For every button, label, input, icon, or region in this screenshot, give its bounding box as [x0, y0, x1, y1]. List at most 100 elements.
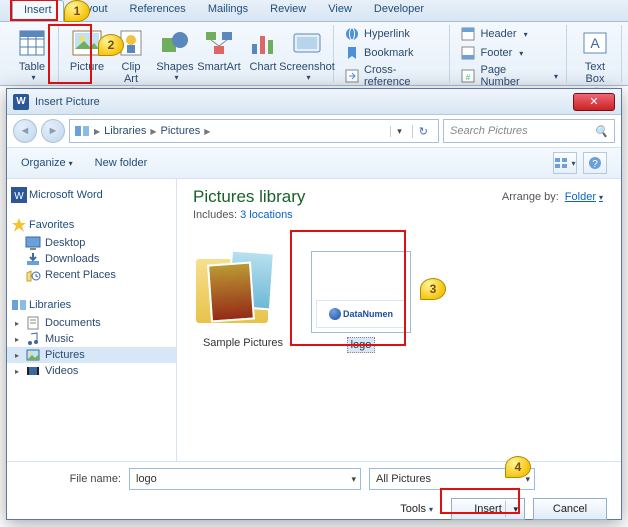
expand-icon[interactable]: ▸	[15, 351, 19, 360]
sidebar: WMicrosoft Word Favorites Desktop Downlo…	[7, 179, 177, 461]
sidebar-pictures[interactable]: ▸ Pictures	[7, 347, 176, 363]
sidebar-recent[interactable]: Recent Places	[7, 267, 176, 283]
documents-icon	[25, 315, 41, 331]
tab-mailings[interactable]: Mailings	[197, 0, 259, 21]
file-label: Sample Pictures	[193, 337, 293, 349]
refresh-icon[interactable]: ↻	[412, 125, 434, 138]
table-button[interactable]: Table	[10, 25, 54, 84]
clipart-label: Clip Art	[122, 61, 141, 85]
sidebar-downloads[interactable]: Downloads	[7, 251, 176, 267]
pagenum-icon: #	[460, 68, 476, 84]
filename-input[interactable]: logo ▾	[129, 468, 361, 490]
file-logo[interactable]: DataNumen logo	[311, 251, 411, 353]
toolbar: Organize New folder ?	[7, 147, 621, 179]
tab-developer[interactable]: Developer	[363, 0, 435, 21]
chart-label: Chart	[250, 61, 277, 73]
tab-layout[interactable]: Layout	[64, 0, 119, 21]
sidebar-videos-label: Videos	[45, 365, 78, 377]
filter-select[interactable]: All Pictures▾	[369, 468, 535, 490]
insert-button[interactable]: Insert▾	[451, 498, 525, 520]
search-icon: 🔍	[594, 125, 608, 138]
locations-link[interactable]: 3 locations	[240, 209, 293, 221]
expand-icon[interactable]: ▸	[15, 335, 19, 344]
textbox-icon: A	[579, 27, 611, 59]
image-thumbnail: DataNumen	[311, 251, 411, 333]
cancel-button[interactable]: Cancel	[533, 498, 607, 520]
view-button[interactable]	[553, 152, 577, 174]
shapes-button[interactable]: Shapes	[153, 25, 197, 84]
music-icon	[25, 331, 41, 347]
pagenum-button[interactable]: # Page Number	[456, 63, 562, 89]
footer-button[interactable]: Footer	[456, 44, 562, 62]
sidebar-music[interactable]: ▸ Music	[7, 331, 176, 347]
sidebar-favorites[interactable]: Favorites	[7, 215, 176, 235]
ribbon-tabs: Insert Layout References Mailings Review…	[0, 0, 628, 22]
crossref-label: Cross-reference	[364, 64, 441, 88]
crossref-button[interactable]: Cross-reference	[340, 63, 445, 89]
sidebar-documents[interactable]: ▸ Documents	[7, 315, 176, 331]
file-sample-pictures[interactable]: Sample Pictures	[193, 251, 293, 353]
chevron-down-icon[interactable]: ▾	[390, 126, 408, 137]
sidebar-music-label: Music	[45, 333, 74, 345]
help-button[interactable]: ?	[583, 152, 607, 174]
filename-value: logo	[136, 473, 157, 485]
bookmark-label: Bookmark	[364, 47, 414, 59]
folder-icon	[193, 251, 283, 333]
organize-button[interactable]: Organize	[21, 157, 73, 169]
recent-icon	[25, 267, 41, 283]
logo-brand-text: DataNumen	[343, 309, 393, 319]
sidebar-favorites-label: Favorites	[29, 219, 74, 231]
tools-button[interactable]: Tools	[400, 503, 433, 515]
header-button[interactable]: Header	[456, 25, 562, 43]
tab-review[interactable]: Review	[259, 0, 317, 21]
tab-insert[interactable]: Insert	[12, 0, 64, 21]
textbox-button[interactable]: A Text Box	[573, 25, 617, 96]
screenshot-button[interactable]: Screenshot	[285, 25, 329, 84]
tab-references[interactable]: References	[119, 0, 197, 21]
sidebar-pictures-label: Pictures	[45, 349, 85, 361]
star-icon	[11, 217, 27, 233]
sidebar-documents-label: Documents	[45, 317, 101, 329]
search-input[interactable]: Search Pictures🔍	[443, 119, 615, 143]
table-label: Table	[19, 61, 45, 73]
titlebar: W Insert Picture ✕	[7, 89, 621, 115]
newfolder-button[interactable]: New folder	[95, 157, 148, 169]
hyperlink-button[interactable]: Hyperlink	[340, 25, 445, 43]
crossref-icon	[344, 68, 360, 84]
bookmark-button[interactable]: Bookmark	[340, 44, 445, 62]
sidebar-videos[interactable]: ▸ Videos	[7, 363, 176, 379]
sidebar-libraries-label: Libraries	[29, 299, 71, 311]
table-icon	[16, 27, 48, 59]
library-subtitle: Includes: 3 locations	[193, 209, 605, 221]
forward-button[interactable]: ►	[41, 119, 65, 143]
expand-icon[interactable]: ▸	[15, 367, 19, 376]
svg-text:A: A	[590, 35, 600, 51]
chevron-down-icon: ▾	[351, 474, 356, 485]
screenshot-label: Screenshot	[279, 61, 335, 73]
bookmark-icon	[344, 45, 360, 61]
sidebar-desktop[interactable]: Desktop	[7, 235, 176, 251]
sidebar-downloads-label: Downloads	[45, 253, 99, 265]
sidebar-libraries[interactable]: Libraries	[7, 295, 176, 315]
shapes-label: Shapes	[156, 61, 193, 73]
sidebar-msword[interactable]: WMicrosoft Word	[7, 185, 176, 205]
word-icon: W	[11, 187, 27, 203]
videos-icon	[25, 363, 41, 379]
expand-icon[interactable]: ▸	[15, 319, 19, 328]
pagenum-label: Page Number	[480, 64, 547, 88]
picture-button[interactable]: Picture	[65, 25, 109, 75]
smartart-button[interactable]: SmartArt	[197, 25, 241, 75]
close-button[interactable]: ✕	[573, 93, 615, 111]
crumb-libraries[interactable]: Libraries	[104, 125, 146, 137]
breadcrumb[interactable]: ▶ Libraries ▶ Pictures ▶ ▾ ↻	[69, 119, 439, 143]
svg-text:#: #	[466, 73, 471, 82]
picture-icon	[71, 27, 103, 59]
clipart-button[interactable]: Clip Art	[109, 25, 153, 96]
footer-label: Footer	[480, 47, 512, 59]
tab-view[interactable]: View	[317, 0, 363, 21]
crumb-pictures[interactable]: Pictures	[161, 125, 201, 137]
arrange-value[interactable]: Folder	[565, 191, 603, 203]
chevron-down-icon: ▾	[525, 474, 530, 485]
back-button[interactable]: ◄	[13, 119, 37, 143]
chevron-right-icon: ▶	[204, 127, 210, 136]
